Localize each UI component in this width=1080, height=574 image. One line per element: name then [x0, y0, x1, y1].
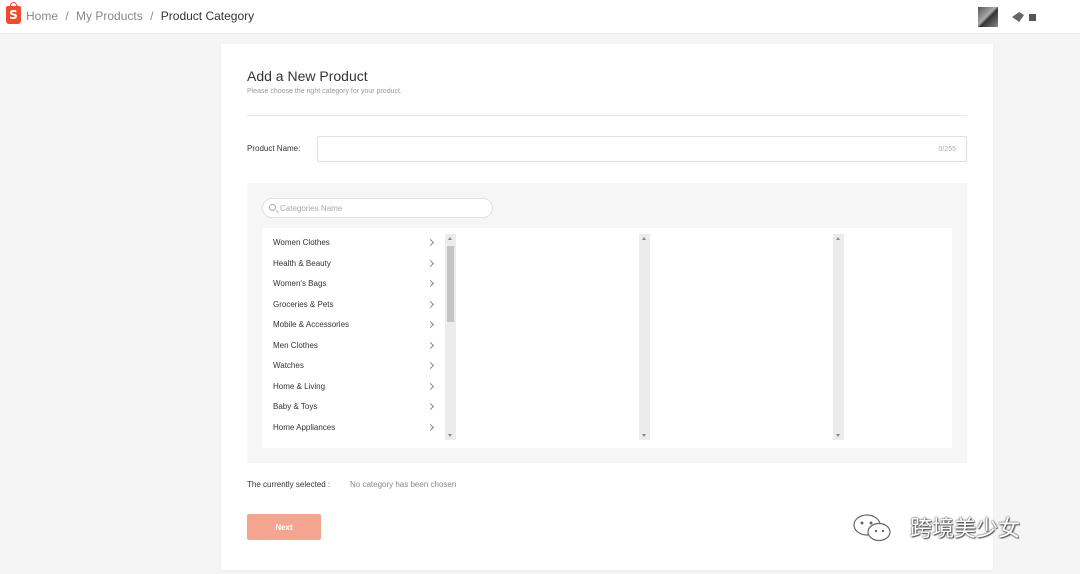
- add-product-card: Add a New Product Please choose the righ…: [221, 44, 993, 570]
- scroll-up-arrow-icon[interactable]: [642, 237, 646, 240]
- category-column-3-scrollbar[interactable]: [833, 234, 844, 440]
- category-columns: Women Clothes Health & Beauty Women's Ba…: [262, 228, 952, 448]
- product-name-char-counter: 0/255: [938, 146, 956, 153]
- category-item-label: Mobile & Accessories: [273, 320, 350, 329]
- page-title: Add a New Product: [247, 68, 368, 84]
- category-item-label: Baby & Toys: [273, 402, 318, 411]
- watermark-text: 跨境美少女: [910, 517, 1021, 542]
- category-item-watches[interactable]: Watches: [273, 357, 435, 377]
- product-name-input[interactable]: 0/255: [317, 136, 967, 162]
- category-item-home-appliances[interactable]: Home Appliances: [273, 419, 435, 439]
- category-search-placeholder: Categories Name: [280, 204, 343, 213]
- category-item-baby-toys[interactable]: Baby & Toys: [273, 398, 435, 418]
- category-column-1: Women Clothes Health & Beauty Women's Ba…: [262, 234, 456, 440]
- breadcrumb-home[interactable]: Home: [26, 9, 58, 23]
- chevron-right-icon: [426, 300, 435, 308]
- category-item-womens-bags[interactable]: Women's Bags: [273, 275, 435, 295]
- category-item-label: Groceries & Pets: [273, 299, 334, 309]
- breadcrumb-separator: /: [150, 9, 154, 23]
- category-item-men-clothes[interactable]: Men Clothes: [273, 337, 435, 357]
- page-subtitle: Please choose the right category for you…: [247, 88, 402, 95]
- chevron-right-icon: [426, 259, 435, 267]
- category-item-label: Men Clothes: [273, 340, 318, 350]
- category-column-3: [650, 234, 844, 440]
- category-item-label: Watches: [273, 361, 304, 370]
- top-bar: S Home / My Products / Product Category: [0, 0, 1080, 34]
- chevron-right-icon: [426, 279, 435, 288]
- category-panel: Categories Name Women Clothes Health & B…: [247, 183, 967, 463]
- breadcrumb: Home / My Products / Product Category: [26, 9, 254, 23]
- breadcrumb-separator: /: [65, 9, 69, 23]
- category-item-label: Home & Living: [273, 381, 326, 391]
- category-item-groceries-pets[interactable]: Groceries & Pets: [273, 296, 435, 316]
- chevron-right-icon: [426, 361, 435, 370]
- chevron-right-icon: [426, 320, 435, 329]
- chevron-right-icon: [426, 402, 435, 411]
- category-item-women-clothes[interactable]: Women Clothes: [273, 234, 435, 254]
- product-name-label: Product Name:: [247, 144, 301, 153]
- scroll-up-arrow-icon[interactable]: [448, 237, 452, 240]
- category-item-label: Home Appliances: [273, 422, 336, 432]
- scroll-down-arrow-icon[interactable]: [448, 434, 452, 437]
- category-item-health-beauty[interactable]: Health & Beauty: [273, 255, 435, 275]
- scroll-down-arrow-icon[interactable]: [642, 434, 646, 437]
- chevron-right-icon: [426, 238, 435, 247]
- account-menu-icon[interactable]: [1012, 12, 1038, 24]
- category-item-label: Health & Beauty: [273, 258, 331, 268]
- logo-letter: S: [9, 8, 18, 22]
- chevron-right-icon: [426, 423, 435, 431]
- divider: [247, 115, 967, 116]
- breadcrumb-current: Product Category: [160, 9, 255, 23]
- category-column-2: [456, 234, 650, 440]
- category-column-1-scrollbar[interactable]: [445, 234, 456, 440]
- breadcrumb-my-products[interactable]: My Products: [76, 9, 143, 23]
- scroll-thumb[interactable]: [447, 246, 454, 322]
- category-column-2-scrollbar[interactable]: [639, 234, 650, 440]
- category-item-home-living[interactable]: Home & Living: [273, 378, 435, 398]
- chevron-right-icon: [426, 382, 435, 390]
- search-icon: [269, 204, 276, 211]
- avatar[interactable]: [978, 7, 998, 27]
- wechat-icon: [853, 514, 891, 542]
- category-item-mobile-accessories[interactable]: Mobile & Accessories: [273, 316, 435, 336]
- scroll-down-arrow-icon[interactable]: [836, 434, 840, 437]
- scroll-up-arrow-icon[interactable]: [836, 237, 840, 240]
- current-selection-value: No category has been chosen: [350, 480, 457, 489]
- chevron-right-icon: [426, 341, 435, 349]
- current-selection-label: The currently selected :: [247, 480, 331, 489]
- next-button[interactable]: Next: [247, 514, 321, 540]
- category-item-label: Women Clothes: [273, 238, 330, 247]
- category-search-input[interactable]: Categories Name: [262, 198, 493, 218]
- shopee-logo-icon[interactable]: S: [6, 2, 21, 24]
- category-item-label: Women's Bags: [273, 279, 327, 288]
